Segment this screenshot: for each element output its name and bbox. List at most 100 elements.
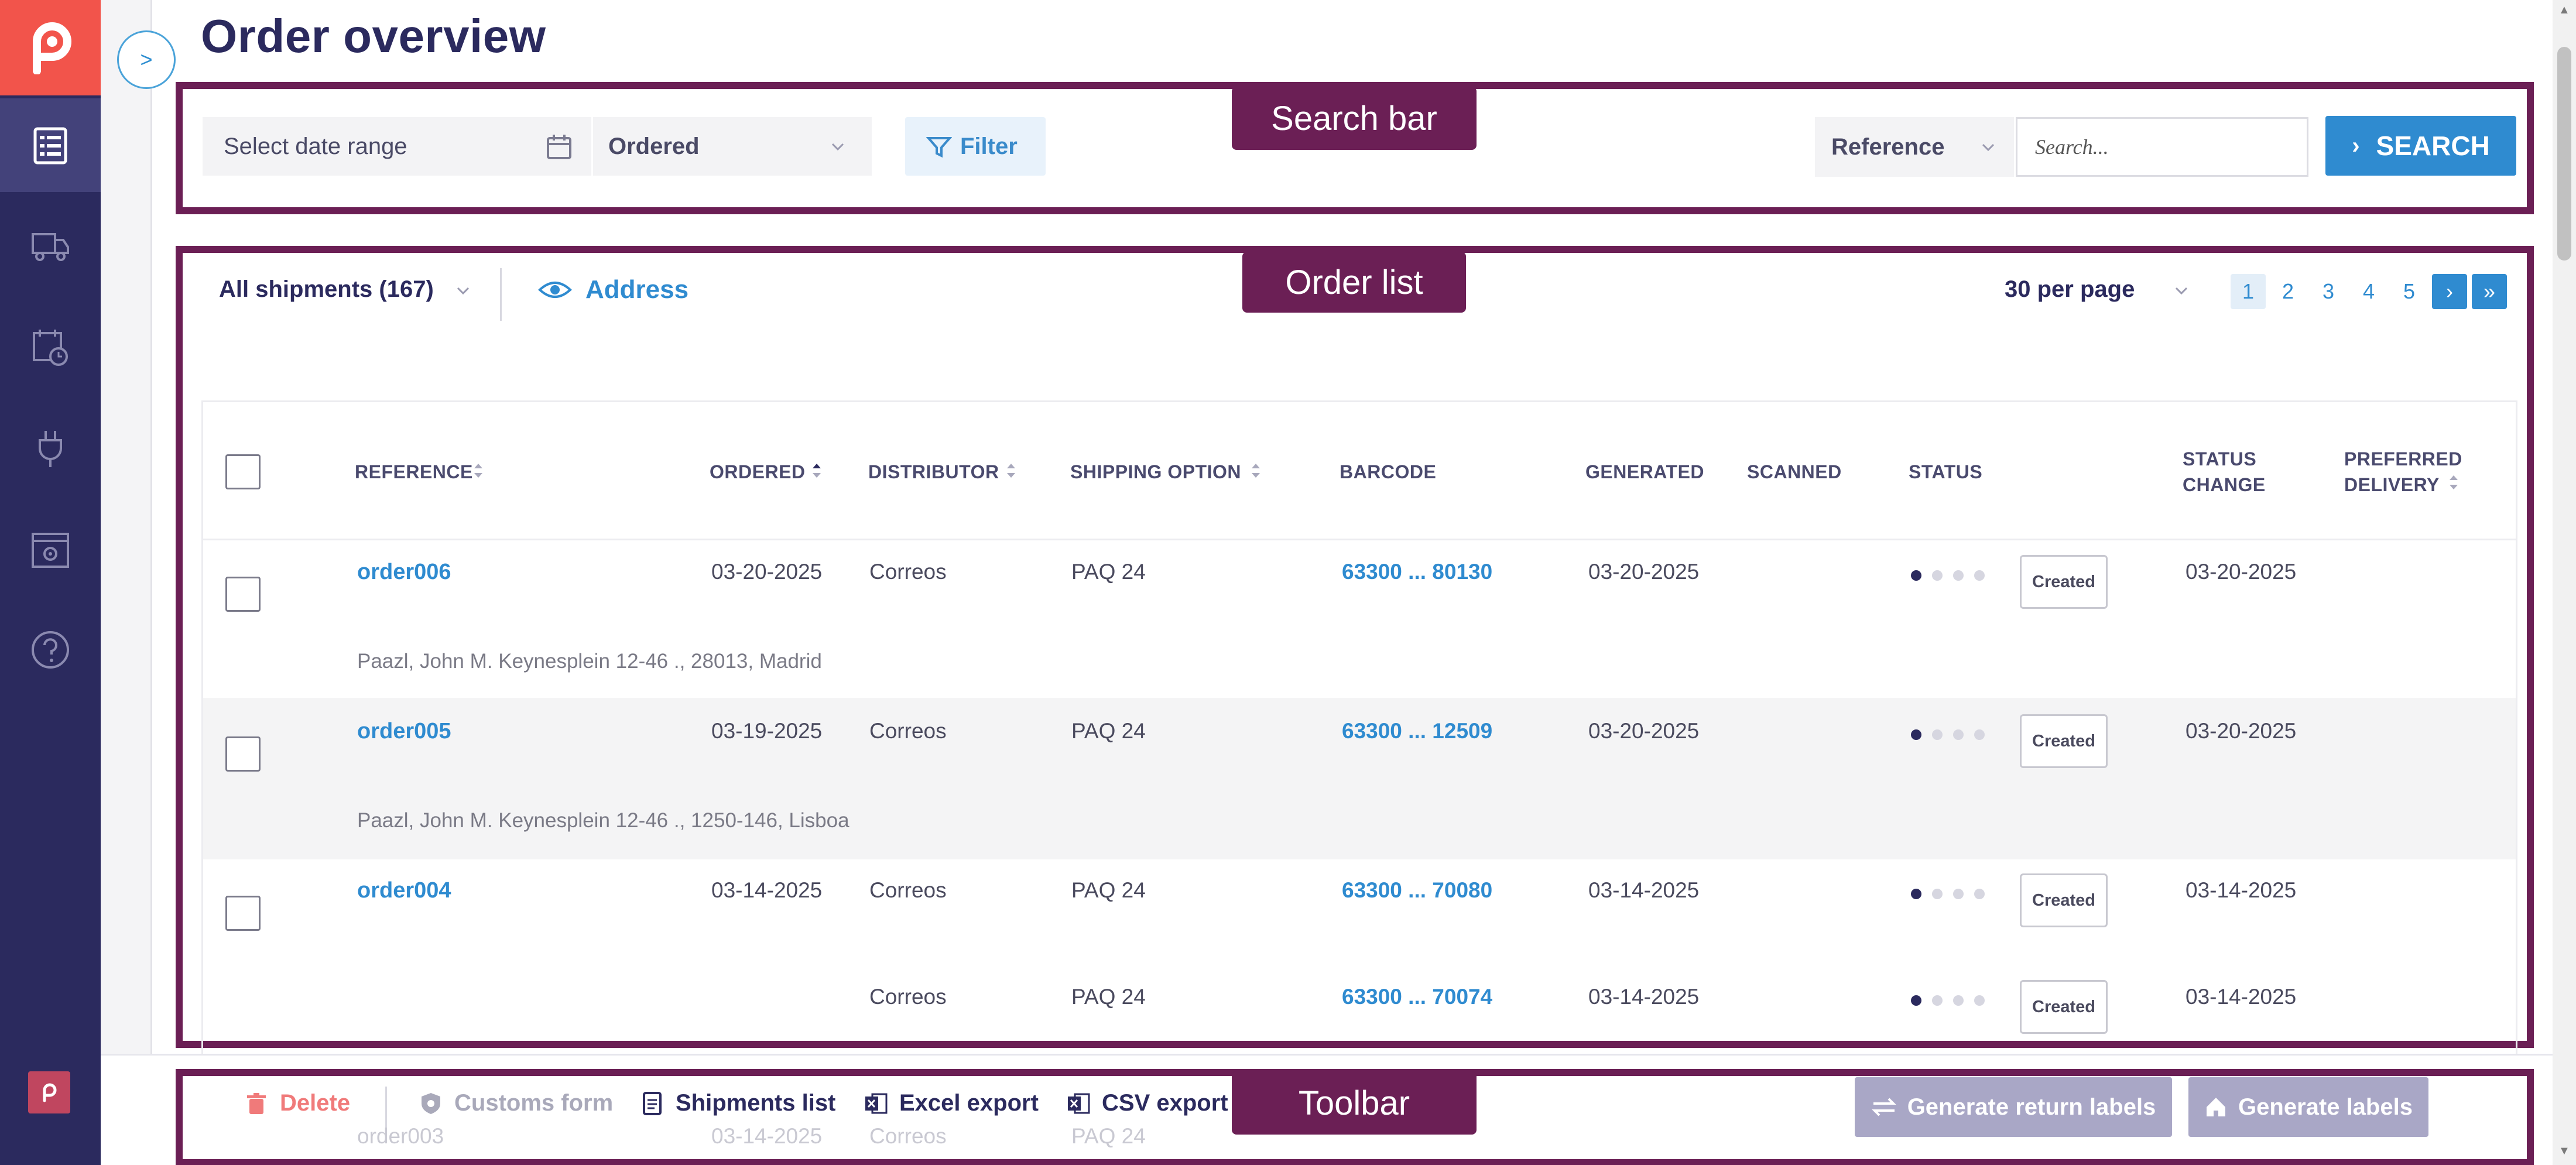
column-header-ordered[interactable]: ORDERED (710, 459, 806, 485)
page-link-2[interactable]: 2 (2270, 274, 2306, 309)
trash-icon (247, 1092, 266, 1114)
address-toggle-label: Address (585, 275, 689, 304)
excel-export-button[interactable]: Excel export (864, 1090, 1039, 1116)
generate-labels-label: Generate labels (2238, 1094, 2413, 1120)
search-placeholder: Search... (2035, 135, 2109, 159)
annotation-search-bar: Search bar (1232, 87, 1477, 150)
search-button[interactable]: › SEARCH (2325, 116, 2516, 176)
sort-icon[interactable] (2447, 471, 2460, 494)
row-distributor: Correos (869, 719, 947, 743)
customs-form-button[interactable]: Customs form (419, 1090, 613, 1116)
shipments-filter-dropdown[interactable]: All shipments (167) (219, 276, 471, 303)
row-checkbox[interactable] (225, 577, 261, 612)
row-barcode-link[interactable]: 63300 ... 80130 (1342, 560, 1492, 584)
scroll-down-icon[interactable]: ▼ (2558, 1145, 2570, 1158)
status-step-dot (1974, 995, 1985, 1006)
column-header-label: DISTRIBUTOR (868, 461, 999, 482)
column-header-label: REFERENCE (355, 461, 473, 482)
sidebar-item-shipments[interactable] (0, 199, 101, 293)
sort-ascending-icon[interactable] (810, 459, 823, 482)
column-header-label: STATUS (2183, 448, 2257, 470)
row-checkbox[interactable] (225, 736, 261, 772)
select-all-checkbox[interactable] (225, 454, 261, 489)
sort-icon[interactable] (1005, 459, 1018, 482)
search-field-select[interactable]: Reference (1815, 117, 2014, 177)
row-ordered-date: 03-19-2025 (711, 719, 823, 743)
delete-button[interactable]: Delete (245, 1090, 350, 1116)
sidebar-item-settings[interactable] (0, 503, 101, 597)
row-barcode-link[interactable]: 63300 ... 70074 (1342, 985, 1492, 1009)
row-status-change-date: 03-20-2025 (2186, 719, 2297, 743)
sidebar-gutter (101, 0, 152, 1165)
page-link-1[interactable]: 1 (2231, 274, 2266, 309)
sort-icon[interactable] (472, 459, 485, 482)
account-badge[interactable] (28, 1071, 70, 1113)
scroll-up-icon[interactable]: ▲ (2558, 4, 2570, 17)
page-link-4[interactable]: 4 (2351, 274, 2386, 309)
row-reference-link[interactable]: order005 (357, 719, 451, 744)
row-reference-link[interactable]: order006 (357, 560, 451, 585)
generate-return-labels-label: Generate return labels (1907, 1094, 2156, 1120)
shipments-list-button[interactable]: Shipments list (640, 1090, 835, 1116)
sidebar-item-orders[interactable] (0, 98, 101, 192)
csv-export-label: CSV export (1102, 1090, 1228, 1116)
column-header-status-change: STATUS CHANGE (2183, 446, 2266, 498)
annotation-order-list: Order list (1242, 252, 1466, 313)
filter-button[interactable]: Filter (905, 117, 1046, 176)
column-header-label: SHIPPING OPTION (1070, 461, 1241, 482)
date-range-picker[interactable]: Select date range (203, 117, 591, 176)
expand-sidebar-button[interactable]: > (117, 30, 176, 89)
next-page-button[interactable]: › (2432, 274, 2467, 309)
csv-export-button[interactable]: CSV export (1067, 1090, 1228, 1116)
page-link-3[interactable]: 3 (2311, 274, 2346, 309)
column-header-barcode: BARCODE (1340, 461, 1437, 482)
settings-window-icon (32, 533, 69, 568)
row-address: Paazl, John M. Keynesplein 12-46 ., 2801… (357, 650, 822, 673)
brand-logo[interactable] (0, 0, 101, 95)
row-reference-link[interactable]: order004 (357, 878, 451, 903)
calendar-icon (547, 135, 571, 159)
page-title: Order overview (201, 10, 546, 62)
sidebar-item-help[interactable] (0, 603, 101, 697)
generate-return-labels-button[interactable]: Generate return labels (1855, 1077, 2172, 1137)
plug-icon (39, 431, 62, 467)
row-generated-date: 03-20-2025 (1588, 560, 1700, 584)
row-shipping-option: PAQ 24 (1071, 985, 1146, 1009)
column-header-reference[interactable]: REFERENCE (355, 459, 473, 485)
row-distributor: Correos (869, 560, 947, 584)
row-shipping-option: PAQ 24 (1071, 560, 1146, 584)
sidebar-item-integrations[interactable] (0, 402, 101, 495)
sidebar-item-pickups[interactable] (0, 300, 101, 394)
row-ordered-date: 03-14-2025 (711, 878, 823, 902)
status-step-dot (1932, 889, 1943, 899)
eye-icon (538, 282, 572, 298)
row-barcode-link[interactable]: 63300 ... 70080 (1342, 878, 1492, 903)
row-checkbox[interactable] (225, 896, 261, 931)
last-page-button[interactable]: » (2472, 274, 2507, 309)
status-step-dot (1932, 570, 1943, 581)
address-toggle[interactable]: Address (537, 275, 688, 304)
sidebar (0, 0, 101, 1165)
column-header-distributor[interactable]: DISTRIBUTOR (868, 459, 999, 485)
help-icon (32, 631, 69, 669)
return-arrows-icon (1871, 1098, 1896, 1116)
shipments-list-label: Shipments list (676, 1090, 836, 1116)
row-barcode-link[interactable]: 63300 ... 12509 (1342, 719, 1492, 743)
scrollbar-thumb[interactable] (2557, 47, 2571, 261)
date-type-select[interactable]: Ordered (593, 117, 872, 176)
delete-label: Delete (280, 1090, 351, 1116)
column-header-preferred-delivery[interactable]: PREFERRED DELIVERY (2344, 446, 2462, 498)
column-header-shipping-option[interactable]: SHIPPING OPTION (1070, 459, 1241, 485)
per-page-select[interactable]: 30 per page (2005, 276, 2189, 303)
page-scrollbar[interactable]: ▲ ▼ (2553, 0, 2576, 1165)
generate-labels-button[interactable]: Generate labels (2188, 1077, 2428, 1137)
chevron-down-icon (2176, 287, 2188, 295)
status-badge: Created (2020, 873, 2108, 927)
search-input[interactable]: Search... (2016, 117, 2308, 177)
row-generated-date: 03-20-2025 (1588, 719, 1700, 743)
row-ordered-date: 03-20-2025 (711, 560, 823, 584)
chevron-down-icon (831, 143, 844, 151)
page-link-5[interactable]: 5 (2392, 274, 2427, 309)
sort-icon[interactable] (1249, 459, 1262, 482)
status-step-dot (1953, 570, 1964, 581)
